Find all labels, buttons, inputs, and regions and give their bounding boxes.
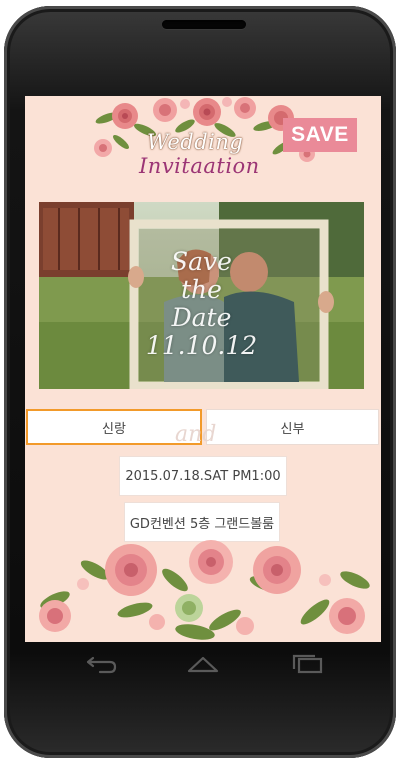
back-button[interactable]	[82, 654, 118, 674]
phone-frame: Wedding Invitaation SAVE Save the Date 1…	[4, 6, 396, 758]
save-button[interactable]: SAVE	[283, 118, 357, 152]
wedding-datetime: 2015.07.18.SAT PM1:00	[119, 456, 287, 496]
title-wedding: Wedding	[147, 130, 244, 154]
tab-bride[interactable]: 신부	[206, 409, 379, 445]
app-screen: Wedding Invitaation SAVE Save the Date 1…	[25, 96, 381, 642]
back-arrow-icon	[86, 656, 117, 674]
wedding-venue: GD컨벤션 5층 그랜드볼룸	[124, 502, 280, 542]
overlay-line-3: Date	[171, 303, 232, 332]
save-the-date-overlay: Save the Date 11.10.12	[39, 248, 364, 360]
couple-photo: Save the Date 11.10.12	[39, 202, 364, 389]
overlay-line-2: the	[181, 275, 222, 304]
earpiece-speaker	[162, 20, 246, 29]
overlay-line-1: Save	[171, 247, 232, 276]
and-script-decoration: and	[175, 422, 217, 447]
title-invitation: Invitaation	[139, 154, 260, 178]
home-button[interactable]	[185, 654, 221, 674]
invitation-title: Wedding Invitaation	[125, 130, 285, 190]
floral-footer-decoration	[39, 540, 370, 640]
recent-apps-icon	[292, 654, 323, 674]
home-icon	[187, 656, 219, 673]
recent-apps-button[interactable]	[289, 654, 325, 674]
overlay-line-4: 11.10.12	[145, 331, 258, 360]
